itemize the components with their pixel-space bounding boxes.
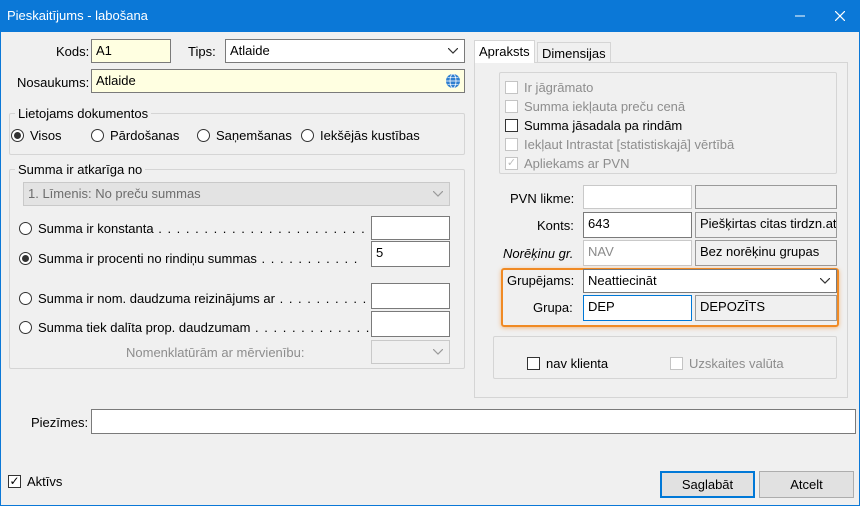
grupejams-select[interactable]: Neattiecināt	[583, 269, 837, 293]
radio-sanemsanas-label: Saņemšanas	[216, 128, 292, 143]
konts-input[interactable]: 643	[583, 212, 692, 238]
chevron-down-icon	[818, 273, 832, 289]
title-bar: Pieskaitījums - labošana	[0, 0, 860, 32]
check-iekl-cena[interactable]: Summa iekļauta preču cenā	[505, 99, 685, 114]
nomenklaturam-label: Nomenklatūrām ar mērvienību:	[126, 345, 305, 360]
check-pvn-label: Apliekams ar PVN	[524, 156, 630, 171]
radio-procenti[interactable]: Summa ir procenti no rindiņu summas . . …	[19, 251, 358, 266]
check-jagramato[interactable]: Ir jāgrāmato	[505, 80, 593, 95]
radio-procenti-label: Summa ir procenti no rindiņu summas	[38, 251, 257, 266]
radio-pardosanas-label: Pārdošanas	[110, 128, 180, 143]
summa-title: Summa ir atkarīga no	[15, 162, 146, 177]
nosaukums-value: Atlaide	[96, 73, 136, 88]
radio-konstanta[interactable]: Summa ir konstanta . . . . . . . . . . .…	[19, 221, 393, 236]
check-jagramato-label: Ir jāgrāmato	[524, 80, 594, 95]
nom-input[interactable]	[371, 283, 450, 309]
radio-visos[interactable]: Visos	[11, 128, 62, 143]
lietojams-title: Lietojams dokumentos	[15, 106, 152, 121]
tab-dimensijas[interactable]: Dimensijas	[537, 42, 611, 62]
check-intrastat[interactable]: Iekļaut Intrastat [statistiskajā] vērtīb…	[505, 137, 734, 152]
chevron-down-icon	[446, 43, 460, 59]
konstanta-input[interactable]	[371, 216, 450, 240]
check-pvn[interactable]: ✓ Apliekams ar PVN	[505, 156, 629, 171]
uzskaites-valuta-label: Uzskaites valūta	[689, 356, 784, 371]
leader-dots: . . . . . . . . . .	[274, 291, 368, 306]
save-button[interactable]: Saglabāt	[660, 471, 755, 498]
konts-desc: Piešķirtas citas tirdzn.at	[695, 212, 837, 238]
minimize-icon	[795, 15, 805, 17]
leader-dots: . . . . . . . . . . .	[256, 251, 359, 266]
globe-icon[interactable]	[445, 73, 461, 92]
tips-select[interactable]: Atlaide	[225, 39, 465, 63]
radio-dalita-label: Summa tiek dalīta prop. daudzumam	[38, 320, 251, 335]
tips-value: Atlaide	[230, 43, 270, 58]
check-nav-klienta[interactable]: nav klienta	[527, 356, 608, 371]
pvn-label: PVN likme:	[510, 191, 575, 206]
tab-apraksts[interactable]: Apraksts	[474, 40, 535, 63]
kods-input[interactable]: A1	[91, 39, 171, 63]
chevron-down-icon	[431, 344, 445, 360]
chevron-down-icon	[431, 186, 445, 202]
check-sadala-label: Summa jāsadala pa rindām	[524, 118, 683, 133]
grupejams-value: Neattiecināt	[588, 273, 657, 288]
merveniba-select[interactable]	[371, 340, 450, 364]
radio-nom-daudzuma[interactable]: Summa ir nom. daudzuma reizinājums ar . …	[19, 291, 367, 306]
dalita-input[interactable]	[371, 311, 450, 337]
check-aktivs[interactable]: ✓ Aktīvs	[8, 474, 62, 489]
grupa-input[interactable]: DEP	[583, 295, 692, 321]
grupejams-label: Grupējams:	[507, 273, 575, 288]
cancel-button[interactable]: Atcelt	[759, 471, 854, 498]
radio-pardosanas[interactable]: Pārdošanas	[91, 128, 179, 143]
level-select[interactable]: 1. Līmenis: No preču summas	[23, 182, 450, 206]
procenti-input[interactable]: 5	[371, 241, 450, 267]
kods-label: Kods:	[56, 44, 90, 59]
window-title: Pieskaitījums - labošana	[7, 8, 148, 23]
radio-konstanta-label: Summa ir konstanta	[38, 221, 154, 236]
minimize-button[interactable]	[782, 0, 818, 32]
nosaukums-input[interactable]: Atlaide	[91, 69, 465, 93]
check-iekl-cena-label: Summa iekļauta preču cenā	[524, 99, 686, 114]
tips-label: Tips:	[188, 44, 216, 59]
konts-label: Konts:	[537, 218, 574, 233]
check-uzskaites-valuta[interactable]: Uzskaites valūta	[670, 356, 784, 371]
radio-visos-label: Visos	[30, 128, 62, 143]
piezimes-label: Piezīmes:	[31, 415, 89, 430]
nosaukums-label: Nosaukums:	[17, 75, 90, 90]
noreckinu-label: Norēķinu gr.	[503, 246, 574, 261]
noreckinu-desc: Bez norēķinu grupas	[695, 240, 837, 266]
radio-sanemsanas[interactable]: Saņemšanas	[197, 128, 292, 143]
level-value: 1. Līmenis: No preču summas	[28, 186, 201, 201]
nav-klienta-label: nav klienta	[546, 356, 609, 371]
check-intrastat-label: Iekļaut Intrastat [statistiskajā] vērtīb…	[524, 137, 735, 152]
pvn-desc	[695, 185, 837, 209]
radio-dalita[interactable]: Summa tiek dalīta prop. daudzumam . . . …	[19, 320, 380, 335]
grupa-label: Grupa:	[533, 300, 573, 315]
aktivs-label: Aktīvs	[27, 474, 63, 489]
checkmark-icon: ✓	[505, 157, 518, 170]
grupa-desc: DEPOZĪTS	[695, 295, 837, 321]
radio-nom-label: Summa ir nom. daudzuma reizinājums ar	[38, 291, 275, 306]
check-sadala-rindam[interactable]: Summa jāsadala pa rindām	[505, 118, 682, 133]
radio-ieksejas-kustibas[interactable]: Iekšējās kustības	[301, 128, 420, 143]
piezimes-input[interactable]	[91, 409, 856, 434]
leader-dots: . . . . . . . . . . . . . .	[250, 320, 380, 335]
noreckinu-input[interactable]: NAV	[583, 240, 692, 266]
pvn-input[interactable]	[583, 185, 692, 209]
close-button[interactable]	[822, 0, 858, 32]
radio-ieksejas-label: Iekšējās kustības	[320, 128, 420, 143]
leader-dots: . . . . . . . . . . . . . . . . . . . . …	[153, 221, 394, 236]
close-icon	[835, 11, 845, 21]
checkmark-icon: ✓	[8, 474, 21, 488]
